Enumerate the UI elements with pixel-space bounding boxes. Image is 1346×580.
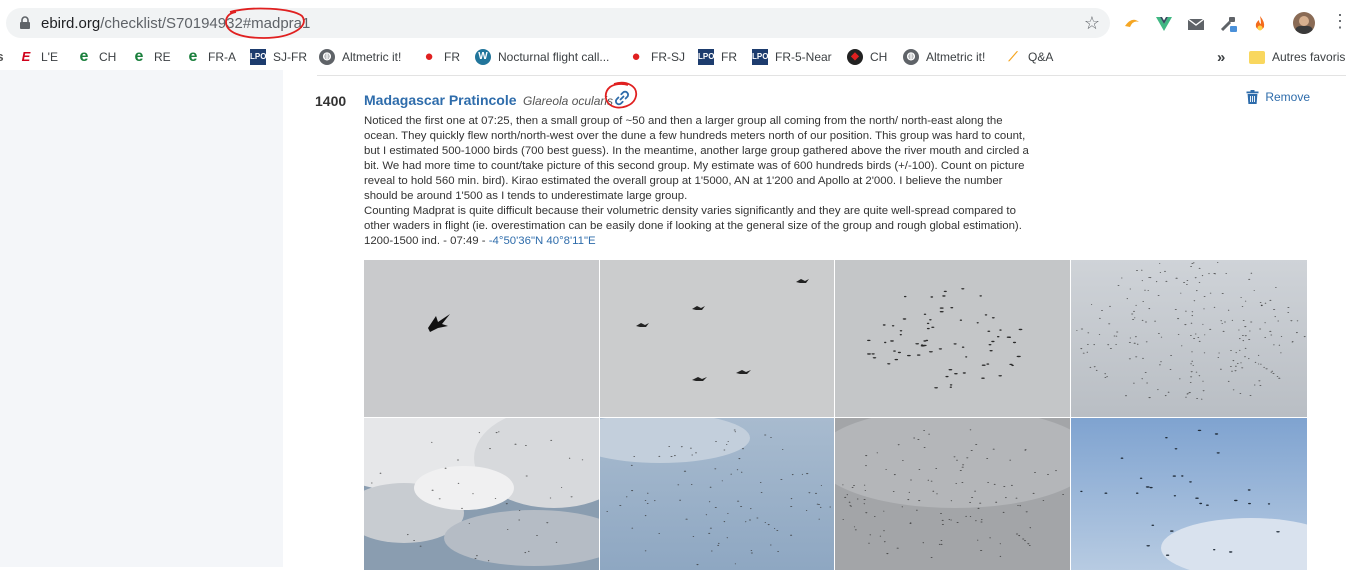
comment-line: but I estimated 500-1000 birds (700 best… [364, 145, 1029, 157]
overflow-label: » [1217, 48, 1226, 66]
detail-prefix: 1200-1500 ind. - 07:49 - [364, 235, 489, 247]
comment-line: Noticed the first one at 07:25, then a s… [364, 115, 1003, 127]
bookmark-label: FR-A [208, 50, 236, 64]
bookmark-item[interactable]: LPO FR [698, 48, 737, 66]
checklist-main: 1400 Madagascar Pratincole Glareola ocul… [283, 70, 1346, 570]
photo-thumbnail[interactable] [364, 418, 599, 570]
bookmark-item[interactable]: LPO FR-5-Near [752, 48, 832, 66]
menu-kebab-icon[interactable]: ⋮ [1331, 12, 1346, 30]
divider [317, 75, 1346, 76]
qa-icon: ⟋ [1008, 49, 1018, 64]
trash-icon [1246, 90, 1259, 104]
other-favorites-folder[interactable]: Autres favoris [1249, 48, 1345, 66]
mail-icon[interactable] [1186, 14, 1206, 34]
bookmark-item[interactable]: ◍ Altmetric it! [319, 48, 401, 66]
bookmark-label: RE [154, 50, 171, 64]
bookmark-label: Nocturnal flight call... [498, 50, 610, 64]
observation-count: 1400 [315, 93, 347, 109]
bookmark-item[interactable]: W Nocturnal flight call... [475, 48, 609, 66]
wordpress-icon: W [475, 49, 491, 65]
bookmark-label: SJ-FR [273, 50, 307, 64]
bookmark-label: CH [99, 50, 117, 64]
left-sidebar [0, 70, 283, 567]
pin-icon: ● [424, 48, 434, 65]
photo-grid [364, 260, 1307, 580]
scientific-name: Glareola ocularis [523, 94, 614, 108]
photo-thumbnail[interactable] [835, 260, 1070, 417]
bookmark-item[interactable]: E L'E [18, 48, 58, 66]
bookmark-item[interactable]: ⟋ Q&A [1005, 48, 1053, 66]
bookmark-item[interactable]: e FR-A [185, 48, 236, 66]
partial-icon: s [0, 49, 8, 65]
lpo-icon: LPO [752, 49, 768, 65]
bookmark-label: FR [721, 50, 737, 64]
bookmark-label: FR-5-Near [775, 50, 832, 64]
e-icon: e [134, 48, 144, 65]
globe-icon: ◍ [903, 49, 919, 65]
bookmarks-bar: s E L'E e CH e RE e FR-A LPO SJ-FR ◍ Altmetric… [0, 44, 1346, 70]
comment-line: Counting Madprat is quite difficult beca… [364, 205, 1016, 217]
extension-tools-icon[interactable] [1218, 14, 1238, 34]
bookmark-label: Altmetric it! [342, 50, 402, 64]
lexpress-icon: E [21, 49, 31, 64]
other-favorites-label: Autres favoris [1272, 50, 1346, 64]
photo-thumbnail[interactable] [1071, 418, 1307, 570]
lpo-icon: LPO [250, 49, 266, 65]
photo-thumbnail[interactable] [600, 418, 834, 570]
extension-fire-icon[interactable] [1250, 14, 1270, 34]
url-host: ebird.org [41, 15, 101, 32]
comment-line: reveal to hold 560 min. bird). Kirao est… [364, 175, 1003, 187]
link-icon[interactable] [613, 89, 631, 107]
globe-icon: ◍ [319, 49, 335, 65]
comment-line: should be around 1'500 as I tends to und… [364, 190, 688, 202]
photo-thumbnail[interactable] [600, 260, 834, 417]
comment-line: ocean. They quickly flew north/north-wes… [364, 130, 1026, 142]
avatar[interactable] [1293, 12, 1315, 34]
bookmark-item[interactable]: ● FR [421, 48, 460, 66]
bookmark-label: Altmetric it! [926, 50, 986, 64]
remove-button[interactable]: Remove [1246, 90, 1310, 104]
species-name-link[interactable]: Madagascar Pratincole [364, 92, 517, 108]
e-icon: e [79, 48, 89, 65]
address-bar[interactable]: ebird.org/checklist/S70194932#madpra1 ☆ [6, 8, 1110, 38]
bookmark-item[interactable]: LPO SJ-FR [250, 48, 307, 66]
comment-line: bit. We had more time to count/take pict… [364, 160, 1025, 172]
bookmark-label: FR [444, 50, 460, 64]
photo-thumbnail[interactable] [1071, 260, 1307, 417]
photo-thumbnail[interactable] [835, 418, 1070, 570]
extension-vue-icon[interactable] [1154, 14, 1174, 34]
bookmark-star-icon[interactable]: ☆ [1084, 13, 1100, 34]
url-hash: #madpra1 [242, 15, 311, 32]
e-icon: e [188, 48, 198, 65]
folder-icon [1249, 50, 1265, 64]
bookmark-label: CH [870, 50, 888, 64]
bookmark-label: L'E [41, 50, 58, 64]
extension-boomerang-icon[interactable] [1122, 14, 1142, 34]
bird-icon: ◆ [847, 49, 863, 65]
observation-comments: Noticed the first one at 07:25, then a s… [364, 114, 1074, 249]
bookmark-item[interactable]: e CH [76, 48, 117, 66]
url-text[interactable]: ebird.org/checklist/S70194932#madpra1 [41, 15, 310, 32]
url-path: /checklist/S70194932 [100, 15, 243, 32]
browser-toolbar: ebird.org/checklist/S70194932#madpra1 ☆ … [0, 0, 1346, 44]
lock-icon [20, 16, 30, 29]
pin-icon: ● [631, 48, 641, 65]
bookmark-label: Q&A [1028, 50, 1054, 64]
bookmark-item[interactable]: s [0, 48, 15, 66]
bookmarks-overflow-button[interactable]: » [1217, 48, 1225, 66]
bookmark-label: FR-SJ [651, 50, 685, 64]
lpo-icon: LPO [698, 49, 714, 65]
bookmark-item[interactable]: ◆ CH [847, 48, 887, 66]
remove-label: Remove [1265, 90, 1310, 104]
detail-line: 1200-1500 ind. - 07:49 - -4°50'36"N 40°8… [364, 234, 1074, 249]
photo-thumbnail[interactable] [364, 260, 599, 417]
bookmark-item[interactable]: e RE [131, 48, 171, 66]
coordinates-link[interactable]: -4°50'36"N 40°8'11"E [489, 235, 596, 247]
bookmark-item[interactable]: ◍ Altmetric it! [903, 48, 985, 66]
bookmark-item[interactable]: ● FR-SJ [628, 48, 685, 66]
comment-line: other waders in flight (ie. overestimati… [364, 220, 1022, 232]
